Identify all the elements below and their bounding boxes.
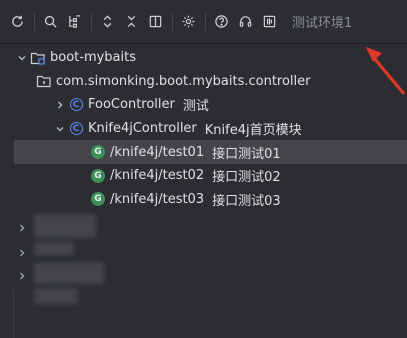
endpoint-path: /knife4j/test02 [110,168,205,184]
headset-icon[interactable] [234,11,256,33]
toolbar-separator [172,12,173,31]
blurred-label [34,214,96,238]
chevron-down-icon[interactable] [52,121,68,137]
blurred-label [34,288,78,304]
chevron-right-icon[interactable] [52,97,68,113]
controller-description: Knife4j首页模块 [204,123,302,139]
filter-tree-icon[interactable] [63,11,85,33]
refresh-icon[interactable] [6,11,28,33]
controller-label: FooController [88,97,175,113]
help-icon[interactable] [210,11,232,33]
chevron-right-icon[interactable] [17,223,27,233]
endpoint-path: /knife4j/test01 [110,144,205,160]
chevron-right-icon[interactable] [17,271,27,281]
chevron-right-icon[interactable] [17,248,27,258]
module-folder-icon [30,50,46,66]
endpoint-description: 接口测试02 [212,170,281,186]
controller-class-icon: C [68,121,84,137]
endpoint-description: 接口测试03 [212,193,281,209]
tree-row-endpoint[interactable]: G /knife4j/test02 接口测试02 [0,164,407,188]
tree-row-endpoint[interactable]: G /knife4j/test03 接口测试03 [0,188,407,212]
search-icon[interactable] [39,11,61,33]
environment-label[interactable]: 测试环境1 [292,12,352,31]
expand-all-icon[interactable] [96,11,118,33]
obscured-tree-rows [0,212,407,312]
api-explorer-panel: 测试环境1 boot-mybaits com.simonking.boot.my… [0,0,407,338]
endpoint-path: /knife4j/test03 [110,191,205,207]
tree-row-controller[interactable]: C Knife4jController Knife4j首页模块 [0,117,407,141]
blurred-label [34,242,74,256]
split-view-icon[interactable] [144,11,166,33]
controller-label: Knife4jController [88,121,197,137]
toolbar-separator [34,12,35,31]
get-method-icon: G [90,168,106,184]
controller-description: 测试 [182,99,209,115]
tree-guide-line [13,290,14,338]
controller-class-icon: C [68,97,84,113]
gear-icon[interactable] [177,11,199,33]
collapse-all-icon[interactable] [120,11,142,33]
module-label: boot-mybaits [50,50,137,66]
equalizer-icon[interactable] [258,11,280,33]
toolbar-separator [91,12,92,31]
tree-row-controller[interactable]: C FooController 测试 [0,93,407,117]
package-folder-icon [36,73,52,89]
get-method-icon: G [90,191,106,207]
package-label: com.simonking.boot.mybaits.controller [56,73,311,89]
tree-row-endpoint-selected[interactable]: G /knife4j/test01 接口测试01 [14,140,407,164]
toolbar-separator [205,12,206,31]
endpoint-description: 接口测试01 [212,146,281,162]
chevron-down-icon[interactable] [14,50,30,66]
get-method-icon: G [90,144,106,160]
tree-row-package[interactable]: com.simonking.boot.mybaits.controller [0,70,407,94]
toolbar: 测试环境1 [0,0,407,44]
blurred-label [34,262,104,284]
tree-row-module[interactable]: boot-mybaits [0,46,407,70]
api-tree: boot-mybaits com.simonking.boot.mybaits.… [0,46,407,211]
